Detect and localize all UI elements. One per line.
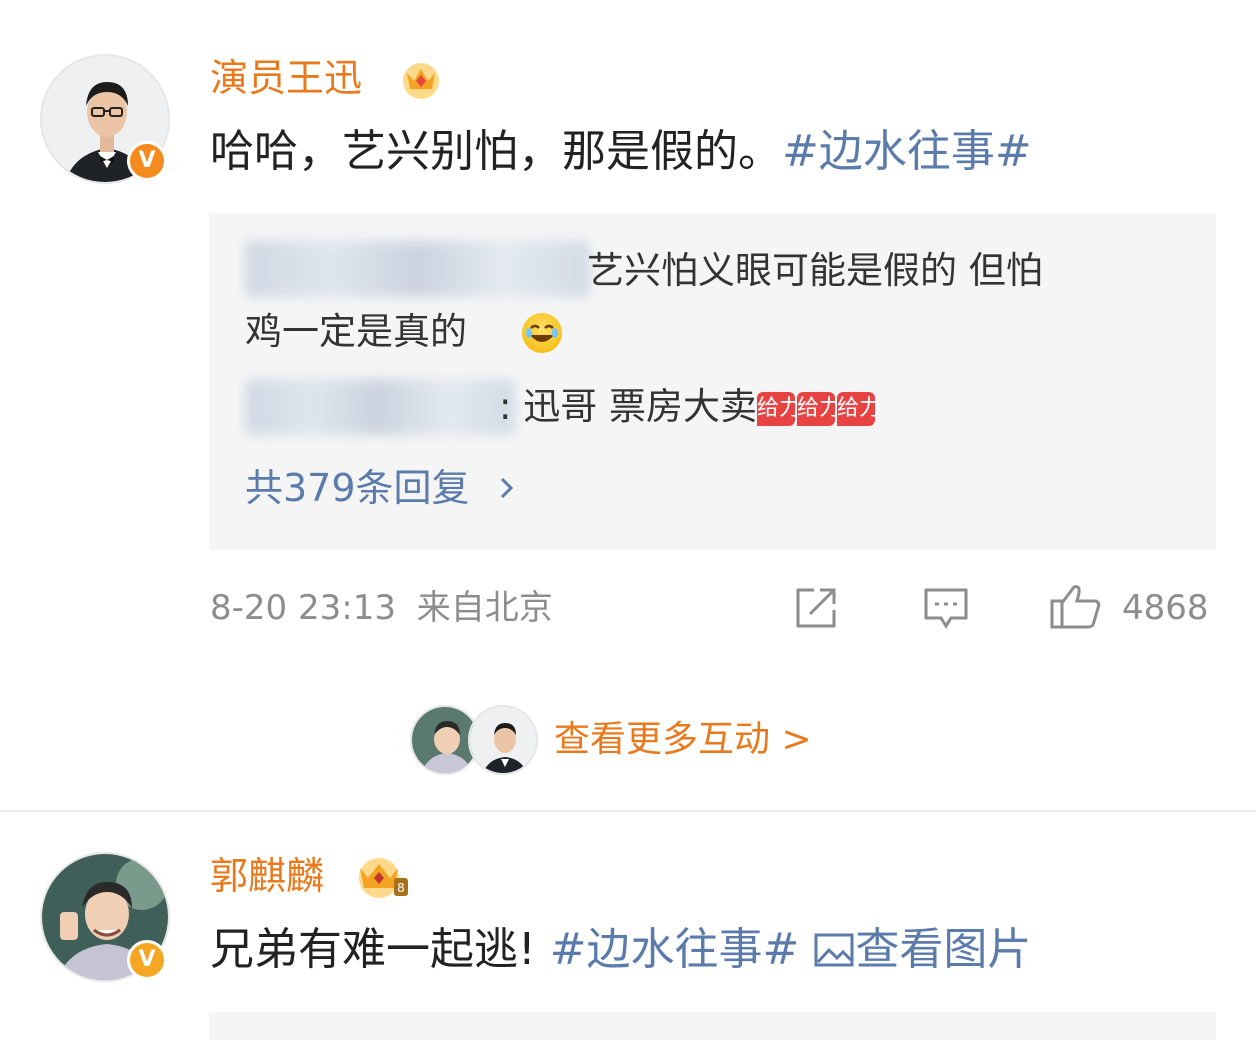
share-icon[interactable] (792, 584, 842, 632)
author-name[interactable]: 演员王迅 (210, 54, 362, 102)
divider (0, 810, 1256, 812)
interaction-avatar[interactable] (468, 705, 538, 775)
location: 来自北京 (416, 588, 553, 628)
more-interactions-link[interactable]: 查看更多互动 > (554, 716, 812, 764)
reply-text: 艺兴怕义眼可能是假的 但怕 (587, 249, 1043, 292)
reply-text: : 迅哥 票房大卖给力给力给力 (499, 377, 881, 437)
reply-content: 迅哥 票房大卖 (523, 385, 757, 428)
image-icon (814, 933, 854, 967)
comment-content: 兄弟有难一起逃! (210, 924, 536, 975)
reply-separator: : (499, 385, 512, 428)
svg-text:8: 8 (397, 881, 405, 895)
geili-emoji-icon: 给力 (797, 391, 841, 426)
topic-link[interactable]: #边水往事# (550, 924, 800, 975)
like-count: 4868 (1122, 588, 1209, 628)
reply-box[interactable] (209, 1012, 1216, 1040)
topic-link[interactable]: #边水往事# (782, 126, 1032, 177)
laugh-emoji-icon (522, 313, 562, 353)
reply-text: 鸡一定是真的 (245, 302, 467, 362)
blurred-username (245, 379, 515, 435)
verified-badge-icon: V (127, 940, 167, 980)
comment-text: 兄弟有难一起逃! #边水往事# 查看图片 (210, 922, 1031, 978)
avatar-image (470, 707, 536, 773)
blurred-username (245, 241, 590, 297)
comment-content: 哈哈，艺兴别怕，那是假的。 (210, 126, 782, 177)
verified-badge-icon: V (127, 141, 167, 181)
reply-text-continued: 鸡一定是真的 (245, 310, 467, 353)
comment-text: 哈哈，艺兴别怕，那是假的。#边水往事# (210, 124, 1032, 180)
view-image-label: 查看图片 (855, 924, 1032, 975)
reply-count-label: 共379条回复 (245, 466, 470, 510)
geili-emoji-icon: 给力 (757, 391, 801, 426)
reply-count-link[interactable]: 共379条回复 (245, 463, 518, 513)
reply-box[interactable]: 艺兴怕义眼可能是假的 但怕 鸡一定是真的 : 迅哥 票房大卖给力给力给力 共37… (209, 213, 1216, 550)
geili-emoji-icon: 给力 (837, 391, 881, 426)
timestamp: 8-20 23:13 (210, 588, 396, 628)
like-icon[interactable] (1048, 581, 1104, 631)
view-image-link[interactable]: 查看图片 (813, 924, 1031, 975)
comment-icon[interactable] (921, 584, 971, 632)
crown-badge-icon: 8 (359, 858, 408, 898)
comment-meta: 8-20 23:13 来自北京 (210, 586, 553, 630)
chevron-right-icon (500, 477, 513, 499)
crown-badge-icon (403, 63, 439, 99)
author-name[interactable]: 郭麒麟 (210, 852, 324, 900)
